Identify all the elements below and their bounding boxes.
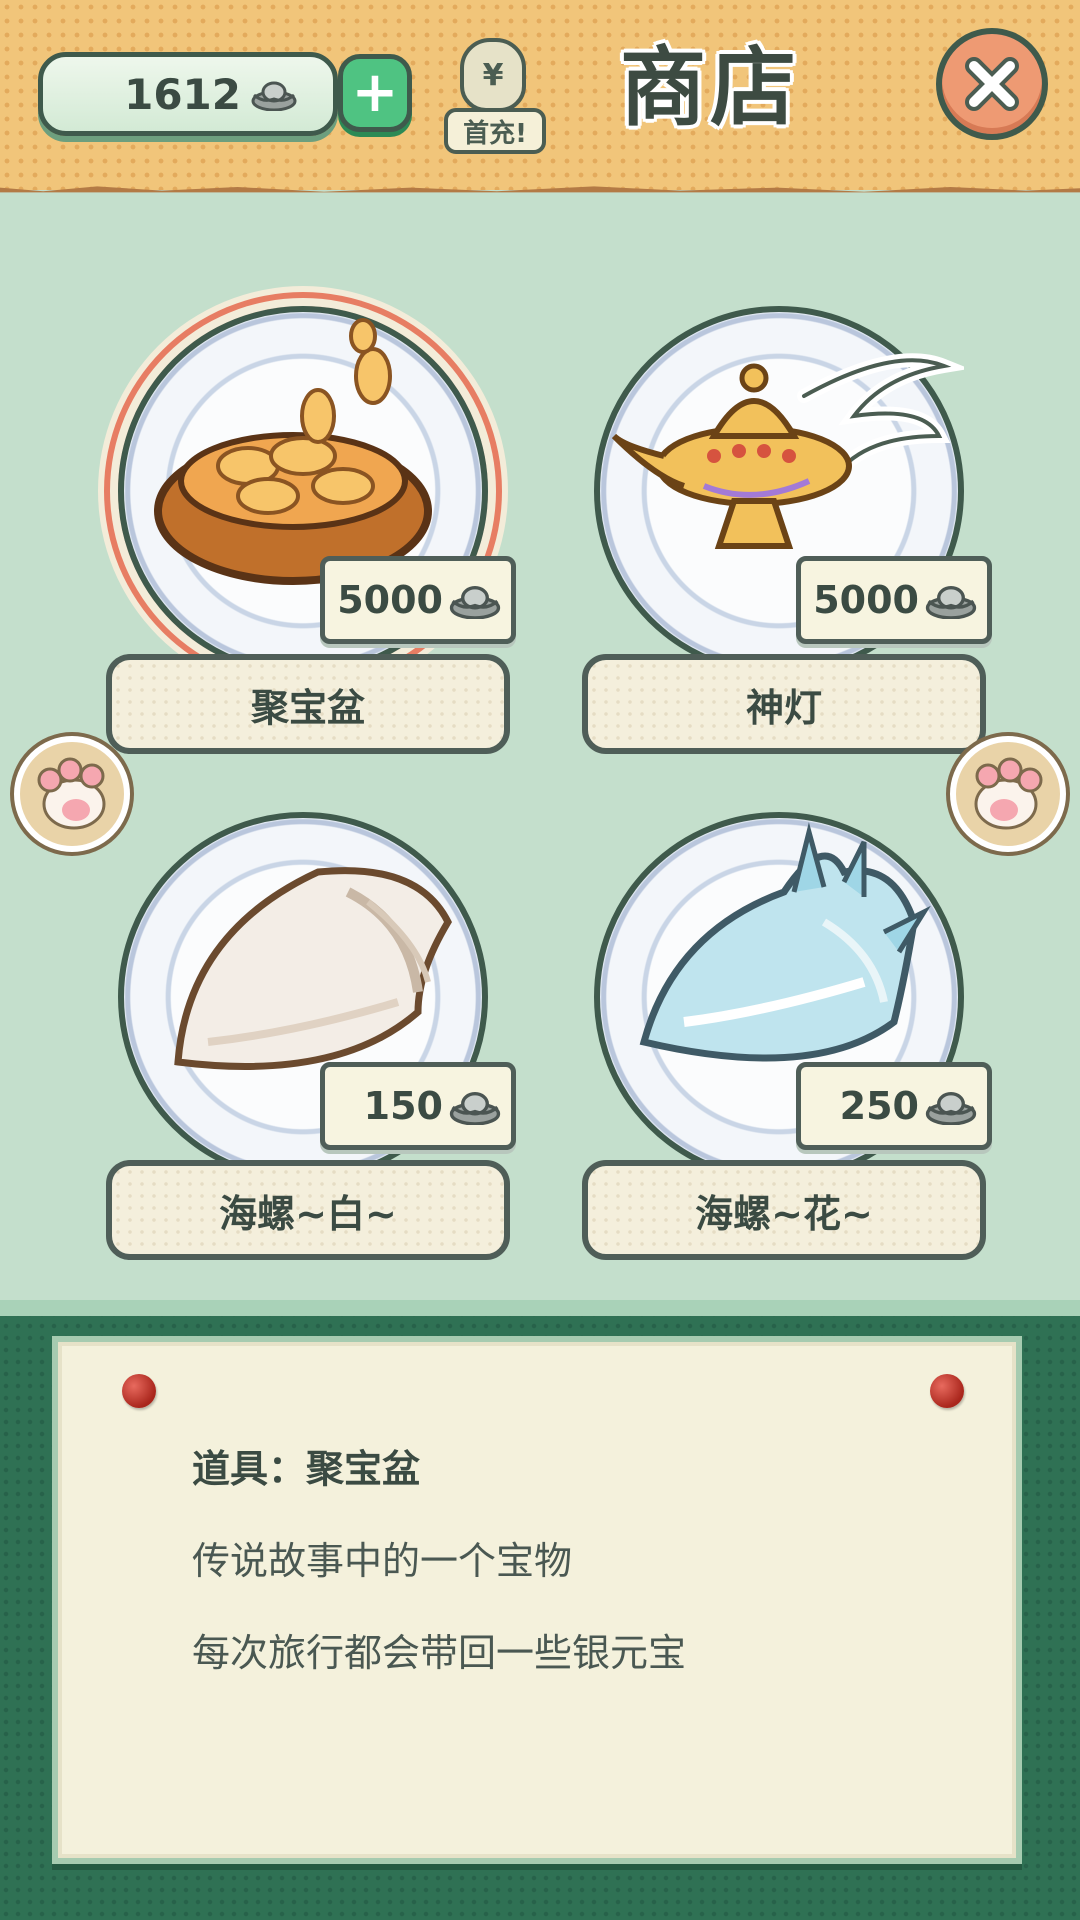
price-tag: 150: [320, 1062, 516, 1150]
close-icon: [965, 57, 1019, 111]
page-title: 商店: [620, 38, 800, 138]
price-value: 250: [839, 1084, 919, 1128]
price-value: 150: [363, 1084, 443, 1128]
currency-display: 1612: [38, 52, 338, 136]
shop-item-magic-lamp[interactable]: 5000 神灯: [566, 286, 992, 754]
item-name-label: 海螺~花~: [582, 1160, 986, 1260]
first-charge-button[interactable]: ¥ 首充!: [440, 38, 550, 158]
pin-icon: [930, 1374, 964, 1408]
description-note: [52, 1336, 1022, 1864]
price-value: 5000: [813, 578, 919, 622]
money-bag-icon: ¥: [460, 38, 526, 112]
next-page-button[interactable]: [950, 736, 1066, 852]
price-tag: 250: [796, 1062, 992, 1150]
silver-ingot-icon: [449, 586, 501, 619]
price-tag: 5000: [320, 556, 516, 644]
item-name-label: 聚宝盆: [106, 654, 510, 754]
paw-icon: [37, 757, 106, 830]
description-line: 每次旅行都会带回一些银元宝: [192, 1631, 687, 1675]
paw-icon: [974, 757, 1043, 830]
item-name-label: 神灯: [582, 654, 986, 754]
close-button[interactable]: [936, 28, 1048, 140]
silver-ingot-icon: [925, 1092, 977, 1125]
shop-item-treasure-bowl[interactable]: 5000 聚宝盆: [90, 286, 516, 754]
prev-page-button[interactable]: [14, 736, 130, 852]
silver-ingot-icon: [251, 81, 297, 111]
shop-item-blue-conch[interactable]: 250 海螺~花~: [566, 792, 992, 1260]
description-line: 传说故事中的一个宝物: [192, 1539, 573, 1583]
price-value: 5000: [337, 578, 443, 622]
currency-value: 1612: [124, 69, 241, 119]
item-name-label: 海螺~白~: [106, 1160, 510, 1260]
board-edge-divider: [0, 1300, 1080, 1316]
silver-ingot-icon: [449, 1092, 501, 1125]
pin-icon: [122, 1374, 156, 1408]
shop-item-white-conch[interactable]: 150 海螺~白~: [90, 792, 516, 1260]
price-tag: 5000: [796, 556, 992, 644]
silver-ingot-icon: [925, 586, 977, 619]
first-charge-label: 首充!: [444, 108, 546, 154]
description-title: 道具：聚宝盆: [192, 1447, 421, 1491]
add-currency-button[interactable]: +: [338, 54, 412, 132]
